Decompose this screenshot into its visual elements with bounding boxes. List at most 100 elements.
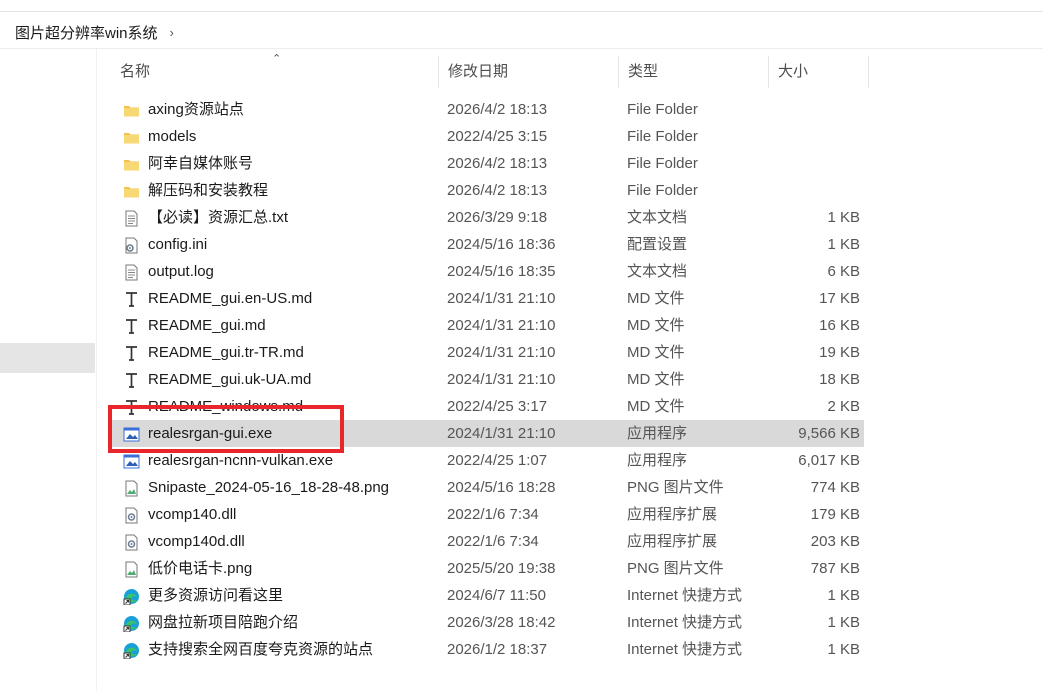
file-row[interactable]: README_gui.en-US.md 2024/1/31 21:10 MD 文件 1… [110, 285, 870, 312]
file-type: Internet 快捷方式 [627, 587, 743, 604]
file-name[interactable]: config.ini [148, 231, 207, 258]
file-row[interactable]: 阿幸自媒体账号 2026/4/2 18:13 File Folder [110, 150, 870, 177]
file-name[interactable]: vcomp140.dll [148, 501, 236, 528]
file-type: File Folder [627, 155, 698, 172]
file-modified-date: 2026/4/2 18:13 [447, 182, 548, 199]
file-modified-date: 2026/1/2 18:37 [447, 641, 548, 658]
file-size: 787 KB [810, 560, 860, 577]
file-row[interactable]: models 2022/4/25 3:15 File Folder [110, 123, 870, 150]
highlight-annotation [108, 405, 344, 453]
file-size: 1 KB [827, 236, 860, 253]
column-date[interactable]: 修改日期 [438, 56, 618, 88]
column-size[interactable]: 大小 [768, 56, 868, 88]
file-size: 18 KB [819, 371, 860, 388]
file-row[interactable]: README_gui.md 2024/1/31 21:10 MD 文件 16 KB [110, 312, 870, 339]
file-name[interactable]: README_gui.uk-UA.md [148, 366, 311, 393]
file-name[interactable]: 低价电话卡.png [148, 555, 252, 582]
file-size: 774 KB [810, 479, 860, 496]
address-bar[interactable]: 图片超分辨率win系统 › [0, 12, 1043, 49]
file-type: Internet 快捷方式 [627, 641, 743, 658]
file-name[interactable]: 【必读】资源汇总.txt [148, 204, 288, 231]
file-name[interactable]: 阿幸自媒体账号 [148, 150, 253, 177]
file-name[interactable]: axing资源站点 [148, 96, 244, 123]
file-name[interactable]: output.log [148, 258, 214, 285]
folder-icon [123, 101, 140, 118]
file-type: MD 文件 [627, 371, 685, 388]
image-file-icon [123, 560, 140, 578]
file-row[interactable]: axing资源站点 2026/4/2 18:13 File Folder [110, 96, 870, 123]
file-name[interactable]: models [148, 123, 196, 150]
file-row[interactable]: 【必读】资源汇总.txt 2026/3/29 9:18 文本文档 1 KB [110, 204, 870, 231]
file-size: 1 KB [827, 641, 860, 658]
file-size: 9,566 KB [798, 425, 860, 442]
file-type: 应用程序扩展 [627, 506, 718, 523]
file-modified-date: 2024/1/31 21:10 [447, 425, 556, 442]
file-type: 文本文档 [627, 209, 688, 226]
markdown-file-icon [123, 317, 140, 334]
file-size: 1 KB [827, 209, 860, 226]
settings-file-icon [123, 236, 140, 254]
breadcrumb-folder[interactable]: 图片超分辨率win系统 [15, 22, 158, 43]
text-file-icon [123, 263, 140, 281]
file-row[interactable]: 更多资源访问看这里 2024/6/7 11:50 Internet 快捷方式 1 KB [110, 582, 870, 609]
column-name[interactable]: 名称 [110, 56, 438, 88]
file-row[interactable]: README_gui.uk-UA.md 2024/1/31 21:10 MD 文件 1… [110, 366, 870, 393]
dll-file-icon [123, 506, 140, 524]
file-size: 203 KB [810, 533, 860, 550]
application-icon [123, 452, 140, 469]
file-name[interactable]: Snipaste_2024-05-16_18-28-48.png [148, 474, 389, 501]
file-name[interactable]: README_gui.md [148, 312, 266, 339]
file-name[interactable]: 解压码和安装教程 [148, 177, 268, 204]
column-divider[interactable] [868, 56, 869, 88]
dll-file-icon [123, 533, 140, 551]
file-type: 配置设置 [627, 236, 688, 253]
file-name[interactable]: README_gui.en-US.md [148, 285, 312, 312]
file-name[interactable]: README_gui.tr-TR.md [148, 339, 304, 366]
file-modified-date: 2022/4/25 1:07 [447, 452, 548, 469]
file-type: File Folder [627, 182, 698, 199]
file-row[interactable]: README_gui.tr-TR.md 2024/1/31 21:10 MD 文件 1… [110, 339, 870, 366]
file-name[interactable]: vcomp140d.dll [148, 528, 245, 555]
file-modified-date: 2022/4/25 3:15 [447, 128, 548, 145]
breadcrumb: 图片超分辨率win系统 › [15, 22, 174, 43]
file-modified-date: 2022/1/6 7:34 [447, 533, 539, 550]
file-row[interactable]: 低价电话卡.png 2025/5/20 19:38 PNG 图片文件 787 KB [110, 555, 870, 582]
navigation-pane[interactable] [0, 49, 97, 691]
edge-shortcut-icon [123, 614, 140, 633]
file-type: File Folder [627, 101, 698, 118]
file-size: 19 KB [819, 344, 860, 361]
file-modified-date: 2026/3/29 9:18 [447, 209, 548, 226]
nav-selected-item[interactable] [0, 343, 95, 373]
file-modified-date: 2024/1/31 21:10 [447, 290, 556, 307]
file-row[interactable]: 解压码和安装教程 2026/4/2 18:13 File Folder [110, 177, 870, 204]
file-row[interactable]: Snipaste_2024-05-16_18-28-48.png 2024/5/1… [110, 474, 870, 501]
text-file-icon [123, 209, 140, 227]
file-name[interactable]: 网盘拉新项目陪跑介绍 [148, 609, 298, 636]
file-row[interactable]: 网盘拉新项目陪跑介绍 2026/3/28 18:42 Internet 快捷方式 1 … [110, 609, 870, 636]
file-name[interactable]: 支持搜索全网百度夸克资源的站点 [148, 636, 373, 663]
file-size: 16 KB [819, 317, 860, 334]
file-name[interactable]: 更多资源访问看这里 [148, 582, 283, 609]
file-row[interactable]: vcomp140d.dll 2022/1/6 7:34 应用程序扩展 203 KB [110, 528, 870, 555]
column-header: ⌃ 名称 修改日期 类型 大小 [110, 53, 870, 88]
file-row[interactable]: config.ini 2024/5/16 18:36 配置设置 1 KB [110, 231, 870, 258]
file-type: PNG 图片文件 [627, 479, 724, 496]
file-row[interactable]: output.log 2024/5/16 18:35 文本文档 6 KB [110, 258, 870, 285]
file-type: MD 文件 [627, 317, 685, 334]
file-type: 应用程序 [627, 452, 688, 469]
folder-icon [123, 182, 140, 199]
file-modified-date: 2024/1/31 21:10 [447, 317, 556, 334]
column-type[interactable]: 类型 [618, 56, 768, 88]
file-type: PNG 图片文件 [627, 560, 724, 577]
file-row[interactable]: 支持搜索全网百度夸克资源的站点 2026/1/2 18:37 Internet 快捷… [110, 636, 870, 663]
file-size: 1 KB [827, 614, 860, 631]
folder-icon [123, 128, 140, 145]
file-type: File Folder [627, 128, 698, 145]
file-modified-date: 2024/5/16 18:35 [447, 263, 556, 280]
file-row[interactable]: vcomp140.dll 2022/1/6 7:34 应用程序扩展 179 KB [110, 501, 870, 528]
chevron-right-icon[interactable]: › [170, 25, 174, 40]
image-file-icon [123, 479, 140, 497]
file-modified-date: 2026/3/28 18:42 [447, 614, 556, 631]
file-list: axing资源站点 2026/4/2 18:13 File Folder models… [110, 96, 870, 663]
file-modified-date: 2022/1/6 7:34 [447, 506, 539, 523]
